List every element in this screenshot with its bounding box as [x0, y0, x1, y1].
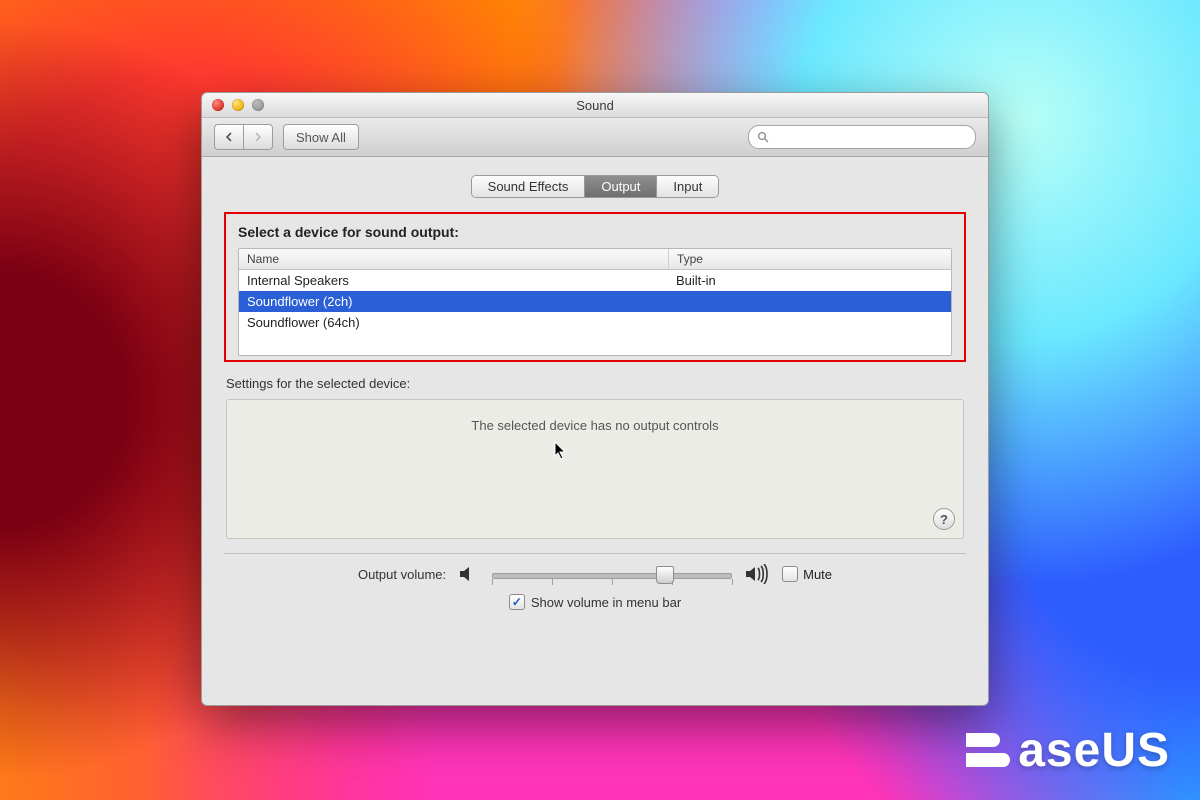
easeus-text: aseUS — [1018, 723, 1170, 778]
device-row[interactable]: Internal Speakers Built-in — [239, 270, 951, 291]
sound-preferences-window: Sound Show All Sound Effects Output Inpu… — [201, 92, 989, 706]
tab-input[interactable]: Input — [657, 176, 718, 197]
search-input[interactable] — [775, 129, 967, 145]
search-field[interactable] — [748, 125, 976, 149]
show-volume-checkbox[interactable] — [509, 594, 525, 610]
show-all-button[interactable]: Show All — [283, 124, 359, 150]
window-body: Sound Effects Output Input Select a devi… — [202, 157, 988, 705]
device-row[interactable]: Soundflower (64ch) — [239, 312, 951, 333]
device-type: Built-in — [668, 270, 951, 291]
output-volume-label: Output volume: — [358, 567, 446, 582]
device-row[interactable]: Soundflower (2ch) — [239, 291, 951, 312]
speaker-high-icon — [744, 564, 770, 584]
window-titlebar: Sound — [202, 93, 988, 118]
section-title: Select a device for sound output: — [238, 224, 952, 240]
help-button[interactable]: ? — [933, 508, 955, 530]
show-volume-row: Show volume in menu bar — [224, 594, 966, 610]
toolbar: Show All — [202, 118, 988, 157]
tab-sound-effects[interactable]: Sound Effects — [472, 176, 586, 197]
output-device-section: Select a device for sound output: Name T… — [224, 212, 966, 362]
tab-bar: Sound Effects Output Input — [471, 175, 720, 198]
table-row — [239, 333, 951, 355]
device-type — [668, 312, 951, 333]
separator — [224, 553, 966, 554]
slider-knob[interactable] — [656, 566, 674, 584]
easeus-watermark: aseUS — [966, 723, 1170, 778]
window-title: Sound — [202, 98, 988, 113]
col-header-name[interactable]: Name — [239, 249, 669, 269]
forward-button[interactable] — [243, 124, 273, 150]
settings-subtitle: Settings for the selected device: — [226, 376, 964, 391]
device-type — [668, 291, 951, 312]
output-volume-slider[interactable] — [492, 564, 732, 584]
device-name: Soundflower (64ch) — [239, 312, 668, 333]
tab-output[interactable]: Output — [585, 176, 657, 197]
mute-checkbox-group: Mute — [782, 566, 832, 582]
device-settings-panel: The selected device has no output contro… — [226, 399, 964, 539]
device-name: Internal Speakers — [239, 270, 668, 291]
show-volume-label: Show volume in menu bar — [531, 595, 681, 610]
mute-label: Mute — [803, 567, 832, 582]
back-button[interactable] — [214, 124, 243, 150]
easeus-logo-icon — [966, 729, 1010, 773]
search-icon — [757, 131, 769, 143]
device-name: Soundflower (2ch) — [239, 291, 668, 312]
col-header-type[interactable]: Type — [669, 249, 951, 269]
device-table: Name Type Internal Speakers Built-in Sou… — [238, 248, 952, 356]
no-controls-message: The selected device has no output contro… — [471, 418, 718, 433]
mute-checkbox[interactable] — [782, 566, 798, 582]
speaker-low-icon — [458, 565, 480, 583]
nav-buttons — [214, 124, 273, 150]
output-volume-row: Output volume: Mute — [224, 564, 966, 584]
table-header: Name Type — [239, 249, 951, 270]
